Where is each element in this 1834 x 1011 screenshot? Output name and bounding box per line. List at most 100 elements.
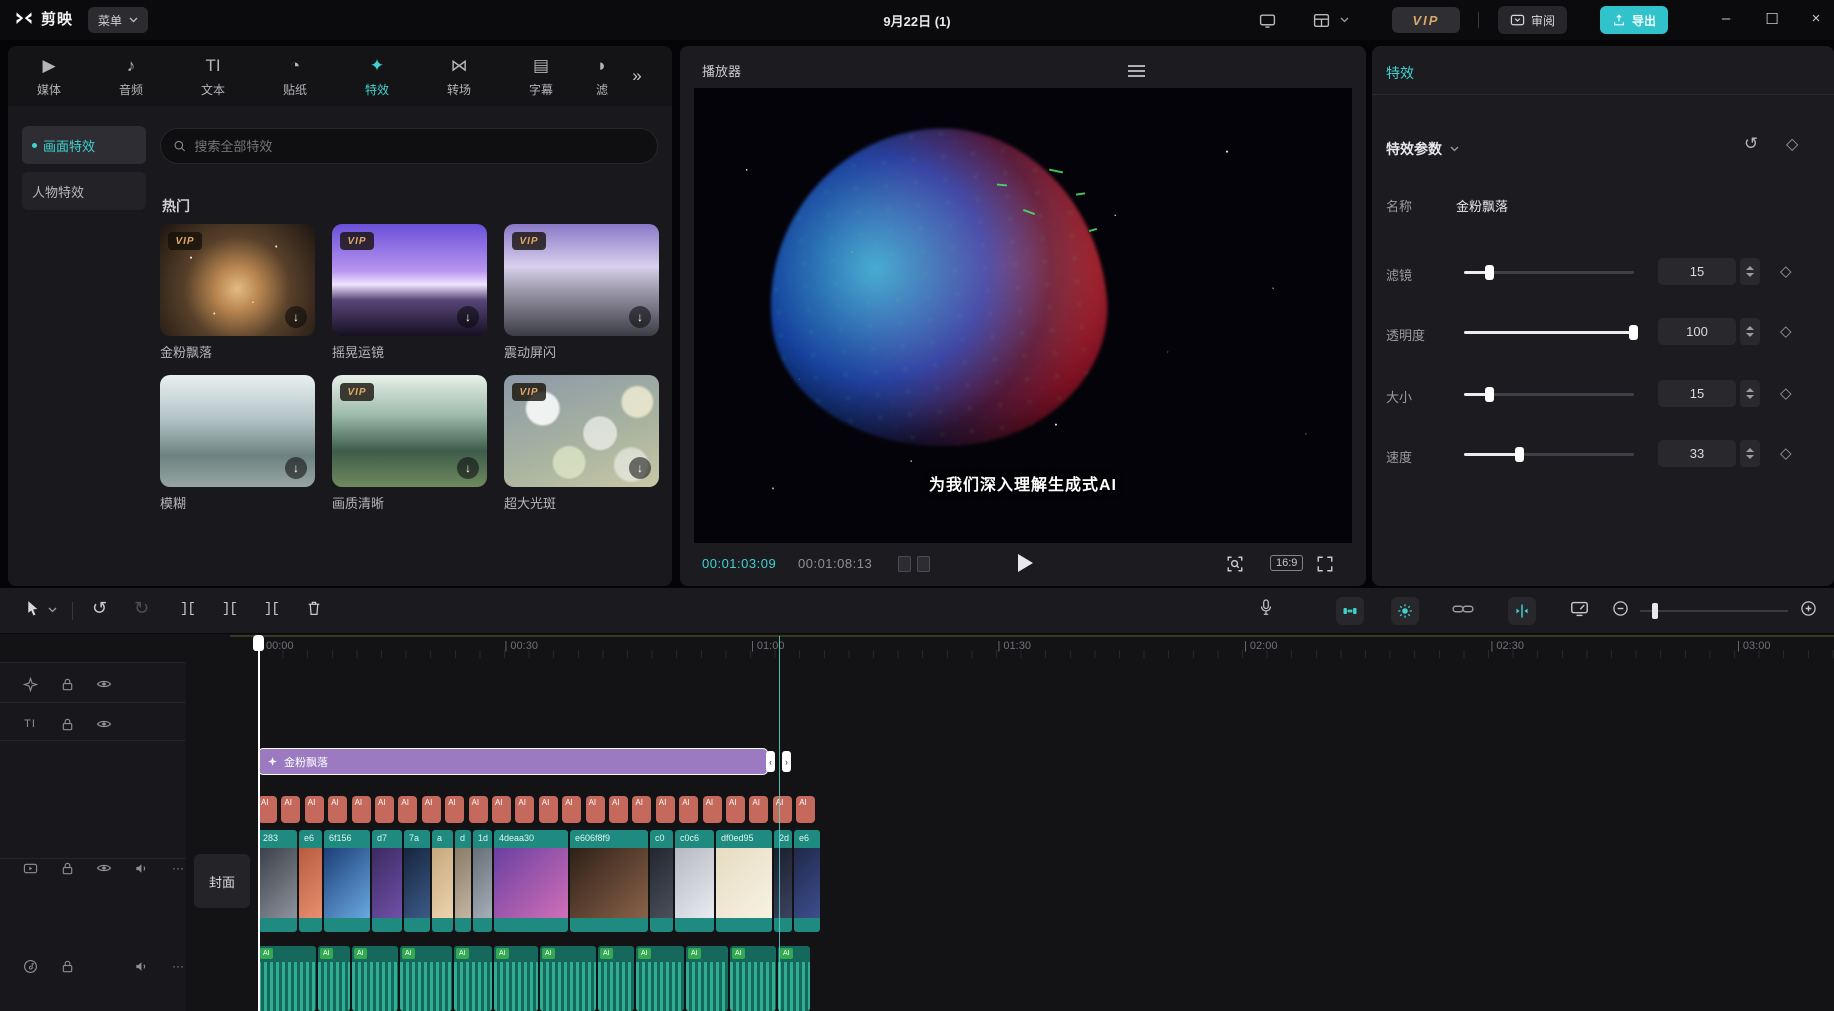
cover-button[interactable]: 封面 [194, 854, 250, 908]
stepper-down-icon[interactable] [1746, 273, 1754, 277]
auto-snap-icon[interactable] [1391, 597, 1419, 625]
redo-icon[interactable]: ↻ [134, 598, 149, 619]
mute-track-icon[interactable] [133, 860, 149, 876]
tab-媒体[interactable]: ▶媒体 [8, 46, 90, 106]
sidebar-item-画面特效[interactable]: 画面特效 [22, 126, 146, 164]
text-clip[interactable]: AI [398, 796, 417, 823]
video-clip[interactable]: 283 [258, 830, 297, 932]
keyframe-all-icon[interactable]: ◇ [1786, 134, 1798, 154]
text-clip[interactable]: AI [773, 796, 792, 823]
tab-特效[interactable]: ✦特效 [336, 46, 418, 106]
trim-left-icon[interactable]: ][ [222, 601, 237, 617]
text-clip[interactable]: AI [749, 796, 768, 823]
stepper-up-icon[interactable] [1746, 266, 1754, 270]
mute-track-icon[interactable] [133, 958, 149, 974]
more-options-icon[interactable]: ··· [170, 958, 186, 974]
keyframe-icon[interactable]: ◇ [1780, 444, 1792, 462]
audio-clip[interactable]: AI [454, 946, 492, 1011]
audio-clip[interactable]: AI [686, 946, 728, 1011]
aspect-ratio-button[interactable]: 16:9 [1270, 555, 1303, 571]
layout-switch-icon[interactable] [1310, 9, 1332, 31]
param-slider[interactable] [1464, 393, 1634, 396]
undo-icon[interactable]: ↺ [92, 598, 107, 619]
text-clip[interactable]: AI [796, 796, 815, 823]
video-clip[interactable]: d [455, 830, 471, 932]
close-button[interactable]: × [1804, 10, 1828, 27]
hide-track-icon[interactable] [96, 676, 112, 692]
lock-icon[interactable] [59, 958, 75, 974]
text-clip[interactable]: AI [515, 796, 534, 823]
param-slider[interactable] [1464, 271, 1634, 274]
effect-card[interactable]: VIP↓摇晃运镜 [332, 224, 487, 361]
param-slider-handle[interactable] [1629, 325, 1638, 340]
text-clip[interactable]: AI [632, 796, 651, 823]
tab-音频[interactable]: ♪音频 [90, 46, 172, 106]
text-clip[interactable]: AI [726, 796, 745, 823]
effect-params-section-title[interactable]: 特效参数 [1386, 139, 1459, 159]
review-button[interactable]: 审阅 [1498, 6, 1567, 34]
stepper-up-icon[interactable] [1746, 388, 1754, 392]
clip-trim-handle-right[interactable]: › [782, 751, 791, 772]
effect-clip[interactable]: 金粉飘落 [258, 748, 768, 775]
download-icon[interactable]: ↓ [629, 306, 651, 328]
param-stepper[interactable] [1740, 440, 1760, 467]
reset-params-icon[interactable]: ↺ [1744, 134, 1758, 154]
param-value-input[interactable]: 15 [1658, 380, 1736, 407]
video-clip[interactable]: 1d [473, 830, 492, 932]
stepper-up-icon[interactable] [1746, 448, 1754, 452]
hide-track-icon[interactable] [96, 716, 112, 732]
tab-文本[interactable]: TI文本 [172, 46, 254, 106]
text-clip[interactable]: AI [469, 796, 488, 823]
timeline-zoom-handle[interactable] [1652, 603, 1658, 619]
param-value-input[interactable]: 100 [1658, 318, 1736, 345]
keyframe-icon[interactable]: ◇ [1780, 262, 1792, 280]
hide-track-icon[interactable] [96, 860, 112, 876]
param-slider[interactable] [1464, 331, 1634, 334]
audio-clip[interactable]: AI [598, 946, 634, 1011]
text-clip[interactable]: AI [328, 796, 347, 823]
param-stepper[interactable] [1740, 258, 1760, 285]
playhead-handle[interactable] [253, 635, 264, 651]
lock-icon[interactable] [59, 860, 75, 876]
search-box[interactable] [160, 128, 658, 164]
display-mode-icon[interactable] [1256, 9, 1278, 31]
tab-字幕[interactable]: ▤字幕 [500, 46, 582, 106]
split-icon[interactable]: ][ [180, 601, 195, 617]
video-clip[interactable]: e606f8f9 [570, 830, 648, 932]
playhead-line[interactable] [258, 636, 260, 1011]
audio-clip[interactable]: AI [400, 946, 452, 1011]
inspector-tab-effects[interactable]: 特效 [1386, 63, 1414, 83]
param-stepper[interactable] [1740, 380, 1760, 407]
text-clip[interactable]: AI [562, 796, 581, 823]
effect-card[interactable]: VIP↓金粉飘落 [160, 224, 315, 361]
param-value-input[interactable]: 15 [1658, 258, 1736, 285]
text-clip[interactable]: AI [422, 796, 441, 823]
timeline-zoom-slider[interactable] [1640, 610, 1788, 612]
audio-clip[interactable]: AI [318, 946, 350, 1011]
audio-clip[interactable]: AI [540, 946, 596, 1011]
more-tabs-icon[interactable]: » [622, 46, 652, 106]
text-clip[interactable]: AI [305, 796, 324, 823]
tab-转场[interactable]: ⋈转场 [418, 46, 500, 106]
video-preview[interactable]: 为我们深入理解生成式AI [694, 88, 1352, 543]
video-clip[interactable]: 7a [404, 830, 430, 932]
preview-axis-icon[interactable] [1508, 597, 1536, 625]
vip-button[interactable]: VIP [1392, 7, 1460, 33]
text-clip[interactable]: AI [703, 796, 722, 823]
zoom-out-icon[interactable] [1612, 600, 1629, 617]
video-clip[interactable]: 6f156 [324, 830, 370, 932]
trim-right-icon[interactable]: ][ [264, 601, 279, 617]
video-clip[interactable]: 2d [774, 830, 792, 932]
text-clip[interactable]: AI [445, 796, 464, 823]
play-button[interactable] [1018, 554, 1033, 572]
audio-clip[interactable]: AI [778, 946, 810, 1011]
tab-滤[interactable]: ◗滤 [582, 46, 622, 106]
video-clip[interactable]: c0 [650, 830, 673, 932]
param-value-input[interactable]: 33 [1658, 440, 1736, 467]
select-tool-caret-icon[interactable] [48, 607, 57, 613]
param-slider-handle[interactable] [1485, 265, 1494, 280]
lock-icon[interactable] [59, 676, 75, 692]
zoom-in-icon[interactable] [1800, 600, 1817, 617]
video-clip[interactable]: d7 [372, 830, 402, 932]
clip-trim-handle-left[interactable]: ‹ [766, 751, 775, 772]
